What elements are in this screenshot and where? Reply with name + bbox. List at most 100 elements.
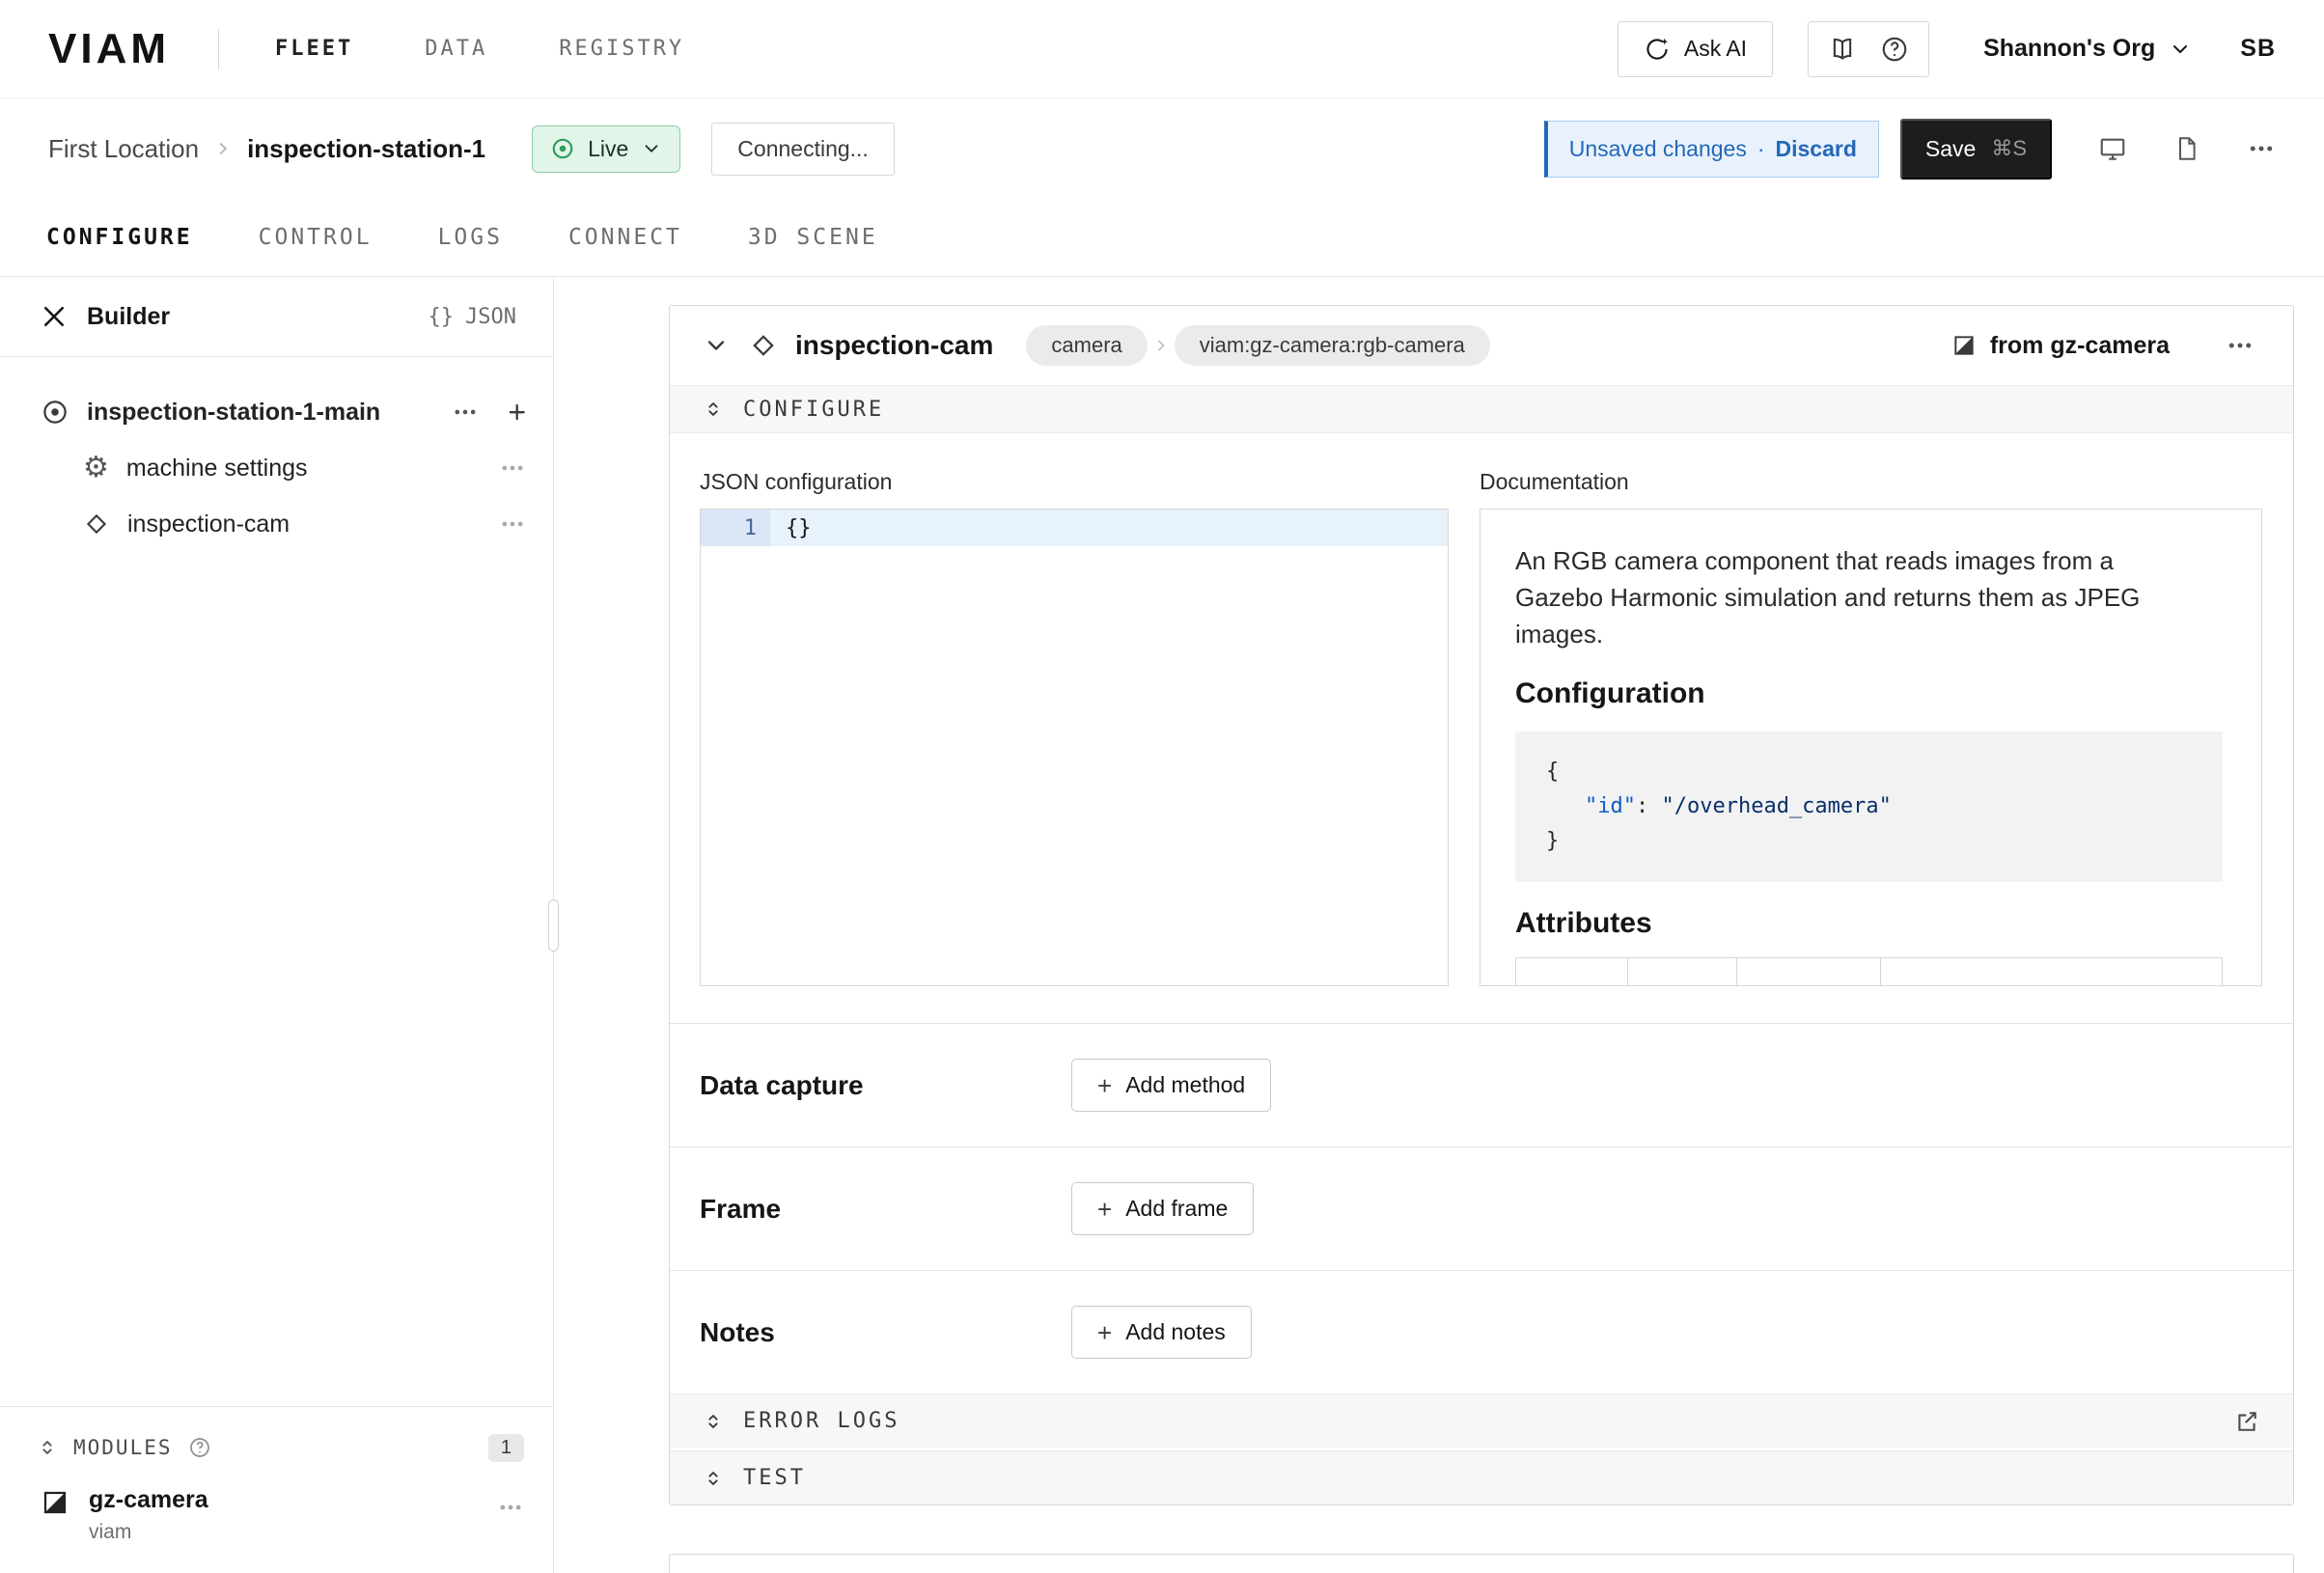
doc-intro-text: An RGB camera component that reads image…: [1515, 542, 2186, 652]
component-tags: camera viam:gz-camera:rgb-camera: [1026, 325, 1489, 366]
tab-logs[interactable]: LOGS: [438, 225, 503, 250]
question-circle-icon[interactable]: [188, 1436, 211, 1459]
external-link-icon[interactable]: [2233, 1408, 2260, 1435]
org-switcher[interactable]: Shannon's Org: [1983, 35, 2192, 63]
tree-item-inspection-cam[interactable]: inspection-cam: [0, 496, 553, 552]
component-more-options-icon[interactable]: [2226, 331, 2255, 360]
from-module-link[interactable]: from gz-camera: [1990, 332, 2170, 360]
org-name: Shannon's Org: [1983, 35, 2155, 63]
tools-icon: [41, 303, 68, 330]
nav-item-fleet[interactable]: FLEET: [275, 37, 353, 61]
collapse-icon: [703, 399, 724, 420]
ask-ai-button[interactable]: Ask AI: [1618, 21, 1773, 77]
item-more-options-icon[interactable]: [499, 455, 526, 482]
machine-header-bar: First Location inspection-station-1 Live…: [0, 98, 2324, 199]
more-options-icon[interactable]: [2247, 134, 2276, 163]
editor-line: 1 {}: [701, 510, 1448, 546]
section-title: Data capture: [700, 1070, 1071, 1101]
tab-connect[interactable]: CONNECT: [568, 225, 682, 250]
unsaved-changes-banner: Unsaved changes · Discard: [1544, 121, 1879, 178]
component-card-header: inspection-cam camera viam:gz-camera:rgb…: [670, 306, 2293, 385]
tab-control[interactable]: CONTROL: [259, 225, 373, 250]
code-line: "id": "/overhead_camera": [1546, 789, 2192, 824]
tab-configure[interactable]: CONFIGURE: [46, 225, 193, 250]
config-sidebar: Builder {} JSON inspection-station-1-mai…: [0, 277, 554, 1573]
table-column: [1881, 958, 2222, 986]
json-config-editor[interactable]: 1 {}: [700, 509, 1449, 986]
documentation-panel: An RGB camera component that reads image…: [1480, 509, 2262, 986]
table-column: [1737, 958, 1881, 986]
table-column: [1516, 958, 1628, 986]
tree-root-part[interactable]: inspection-station-1-main +: [0, 384, 553, 440]
signal-icon: [550, 136, 575, 161]
unsaved-changes-label: Unsaved changes: [1569, 136, 1747, 162]
breadcrumb-location[interactable]: First Location: [48, 134, 199, 164]
test-bar[interactable]: TEST: [670, 1450, 2293, 1504]
chevron-right-icon: [212, 138, 234, 159]
sparkle-refresh-icon: [1644, 36, 1671, 63]
plus-icon: +: [1097, 1320, 1112, 1345]
documentation-column: Documentation An RGB camera component th…: [1480, 468, 2262, 986]
top-navbar: VIAM FLEET DATA REGISTRY Ask AI: [0, 0, 2324, 98]
component-type-tag: camera: [1026, 325, 1147, 366]
sidebar-resize-handle[interactable]: [548, 899, 559, 952]
tree-item-label: machine settings: [126, 455, 308, 483]
add-notes-button[interactable]: + Add notes: [1071, 1306, 1252, 1359]
test-label: TEST: [743, 1466, 806, 1490]
collapse-icon: [703, 1411, 724, 1432]
json-toggle[interactable]: {} JSON: [429, 305, 516, 329]
modules-section: MODULES 1 gz-camera viam: [0, 1406, 553, 1573]
diamond-icon: [749, 331, 778, 360]
module-more-options-icon[interactable]: [497, 1494, 524, 1521]
module-name: gz-camera: [89, 1486, 208, 1514]
error-logs-label: ERROR LOGS: [743, 1409, 899, 1433]
builder-label: Builder: [87, 303, 170, 331]
modules-header[interactable]: MODULES 1: [0, 1421, 553, 1475]
collapse-chevron-icon[interactable]: [703, 332, 730, 359]
configure-section-bar[interactable]: CONFIGURE: [670, 385, 2293, 433]
line-number: 1: [701, 510, 770, 546]
doc-code-block: { "id": "/overhead_camera" }: [1515, 731, 2223, 882]
machine-actions-group: Unsaved changes · Discard Save ⌘S: [1544, 119, 2276, 179]
json-value: "/overhead_camera": [1661, 794, 1891, 818]
chevron-right-icon: [1151, 336, 1171, 355]
avatar[interactable]: SB: [2240, 35, 2276, 63]
live-label: Live: [588, 136, 628, 162]
content-area: Builder {} JSON inspection-station-1-mai…: [0, 277, 2324, 1573]
module-item-gz-camera[interactable]: gz-camera viam: [0, 1475, 553, 1573]
add-frame-button[interactable]: + Add frame: [1071, 1182, 1254, 1235]
tab-3d-scene[interactable]: 3D SCENE: [748, 225, 878, 250]
module-card-gz-camera: gz-camera by viam module Registry: [669, 1554, 2294, 1573]
json-config-column: JSON configuration 1 {}: [700, 468, 1449, 986]
root-more-options-icon[interactable]: [452, 399, 479, 426]
diamond-icon: [83, 511, 110, 538]
tree-item-machine-settings[interactable]: ⚙ machine settings: [0, 440, 553, 496]
add-method-button[interactable]: + Add method: [1071, 1059, 1271, 1112]
book-icon[interactable]: [1828, 35, 1857, 64]
builder-toggle[interactable]: Builder: [41, 303, 170, 331]
data-capture-section: Data capture + Add method: [670, 1023, 2293, 1146]
nav-item-data[interactable]: DATA: [425, 37, 487, 61]
save-button[interactable]: Save ⌘S: [1900, 119, 2052, 179]
help-icon[interactable]: [1880, 35, 1909, 64]
tree-item-label: inspection-cam: [127, 511, 290, 538]
configure-body: JSON configuration 1 {} Documentation An…: [670, 433, 2293, 1023]
dot-separator: ·: [1757, 136, 1765, 162]
machine-name: inspection-station-1: [247, 134, 485, 164]
top-nav-left: VIAM FLEET DATA REGISTRY: [48, 25, 756, 73]
monitor-icon[interactable]: [2098, 134, 2127, 163]
add-component-button[interactable]: +: [508, 397, 526, 428]
live-status-dropdown[interactable]: Live: [532, 125, 680, 173]
machine-tabbar: CONFIGURE CONTROL LOGS CONNECT 3D SCENE: [0, 199, 2324, 277]
nav-divider: [218, 29, 219, 69]
discard-link[interactable]: Discard: [1776, 136, 1857, 162]
document-icon[interactable]: [2173, 135, 2200, 162]
item-more-options-icon[interactable]: [499, 511, 526, 538]
machine-breadcrumb-group: First Location inspection-station-1 Live…: [48, 123, 895, 176]
error-logs-bar[interactable]: ERROR LOGS: [670, 1394, 2293, 1448]
machine-part-tree: inspection-station-1-main + ⚙ machine se…: [0, 357, 553, 552]
plus-icon: +: [1097, 1197, 1112, 1222]
collapse-icon: [703, 1468, 724, 1489]
nav-item-registry[interactable]: REGISTRY: [559, 37, 684, 61]
viam-logo[interactable]: VIAM: [48, 25, 170, 73]
